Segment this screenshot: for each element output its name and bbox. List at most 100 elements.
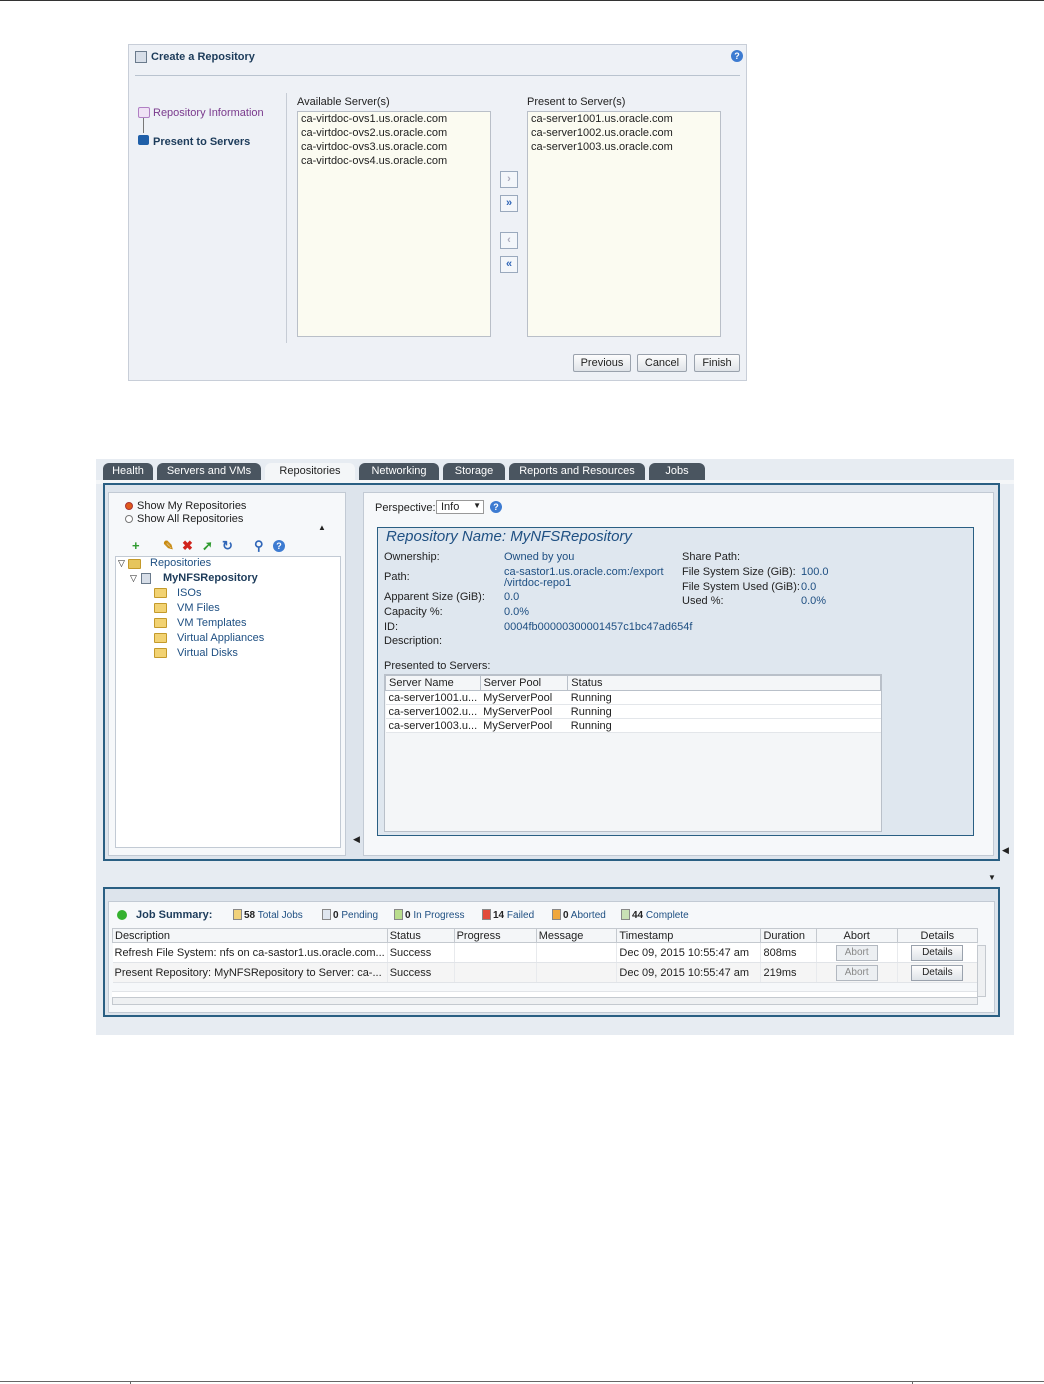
- tab-reports-and-resources[interactable]: Reports and Resources: [509, 463, 645, 480]
- table-row[interactable]: Present Repository: MyNFSRepository to S…: [112, 962, 979, 983]
- tab-servers-and-vms[interactable]: Servers and VMs: [157, 463, 261, 480]
- col-status[interactable]: Status: [386, 928, 455, 943]
- help-icon[interactable]: ?: [731, 50, 743, 62]
- tree-root-repositories[interactable]: Repositories: [150, 557, 211, 569]
- col-message[interactable]: Message: [535, 928, 618, 943]
- inprogress-jobs-link[interactable]: 0 In Progress: [394, 909, 464, 921]
- tree-repo-mynfsrepository[interactable]: MyNFSRepository: [163, 572, 258, 584]
- apparent-size-label: Apparent Size (GiB):: [384, 591, 485, 603]
- cell-server-name: ca-server1002.u...: [385, 704, 481, 719]
- cell-duration: 808ms: [760, 942, 817, 963]
- present-icon[interactable]: ➚: [202, 539, 213, 553]
- horizontal-scrollbar[interactable]: [112, 997, 978, 1005]
- tab-repositories[interactable]: Repositories: [265, 463, 355, 480]
- edit-icon[interactable]: ✎: [163, 539, 174, 553]
- remove-all-button[interactable]: «: [500, 256, 518, 273]
- list-item[interactable]: ca-virtdoc-ovs3.us.oracle.com: [298, 140, 490, 154]
- splitter-collapse-icon[interactable]: ◀: [353, 834, 360, 845]
- col-progress[interactable]: Progress: [453, 928, 537, 943]
- delete-icon[interactable]: ✖: [182, 539, 193, 553]
- folder-icon: [154, 633, 167, 643]
- cell-progress: [454, 962, 537, 983]
- list-item[interactable]: ca-virtdoc-ovs1.us.oracle.com: [298, 112, 490, 126]
- tab-jobs[interactable]: Jobs: [649, 463, 705, 480]
- pending-jobs-link[interactable]: 0 Pending: [322, 909, 378, 921]
- status-ok-icon: [117, 910, 127, 920]
- aborted-jobs-link[interactable]: 0 Aborted: [552, 909, 606, 921]
- move-selected-button[interactable]: ›: [500, 171, 518, 188]
- step-marker-current-icon: [138, 135, 149, 145]
- train-divider: [286, 93, 287, 343]
- fs-size-label: File System Size (GiB):: [682, 566, 796, 578]
- present-servers-list[interactable]: ca-server1001.us.oracle.com ca-server100…: [527, 111, 721, 337]
- tab-health[interactable]: Health: [103, 463, 153, 480]
- col-timestamp[interactable]: Timestamp: [616, 928, 762, 943]
- search-icon[interactable]: ⚲: [254, 539, 264, 553]
- presented-to-servers-label: Presented to Servers:: [384, 660, 491, 672]
- collapse-up-icon[interactable]: ▲: [318, 523, 326, 532]
- col-description[interactable]: Description: [112, 928, 388, 943]
- col-details[interactable]: Details: [896, 928, 979, 943]
- col-duration[interactable]: Duration: [760, 928, 817, 943]
- show-my-label: Show My Repositories: [137, 500, 247, 512]
- vertical-scrollbar[interactable]: [977, 945, 986, 997]
- finish-button[interactable]: Finish: [694, 354, 740, 372]
- abort-button[interactable]: Abort: [835, 964, 878, 981]
- dialog-title: Create a Repository: [151, 51, 255, 63]
- available-servers-label: Available Server(s): [297, 96, 390, 108]
- previous-button[interactable]: Previous: [573, 354, 631, 372]
- table-row[interactable]: ca-server1001.u... MyServerPool Running: [385, 690, 881, 705]
- help-icon[interactable]: ?: [273, 540, 285, 552]
- details-button[interactable]: Details: [911, 964, 964, 981]
- tab-networking[interactable]: Networking: [359, 463, 439, 480]
- show-my-radio[interactable]: [125, 502, 133, 510]
- folder-icon: [154, 648, 167, 658]
- col-abort[interactable]: Abort: [815, 928, 898, 943]
- fs-used-label: File System Used (GiB):: [682, 581, 800, 593]
- details-button[interactable]: Details: [911, 944, 964, 961]
- cancel-button[interactable]: Cancel: [637, 354, 687, 372]
- cell-abort: Abort: [816, 962, 898, 983]
- list-item[interactable]: ca-virtdoc-ovs4.us.oracle.com: [298, 154, 490, 168]
- help-icon[interactable]: ?: [490, 501, 502, 513]
- list-item[interactable]: ca-server1001.us.oracle.com: [528, 112, 720, 126]
- table-row[interactable]: Refresh File System: nfs on ca-sastor1.u…: [112, 942, 979, 963]
- warning-icon: [552, 909, 561, 920]
- create-icon[interactable]: +: [132, 539, 140, 553]
- failed-jobs-link[interactable]: 14 Failed: [482, 909, 534, 921]
- tree-folder-virtual-disks[interactable]: Virtual Disks: [177, 647, 238, 659]
- cell-status: Running: [567, 690, 881, 705]
- col-server-pool[interactable]: Server Pool: [479, 675, 569, 691]
- total-jobs-link[interactable]: 58 Total Jobs: [233, 909, 303, 921]
- table-row[interactable]: ca-server1003.u... MyServerPool Running: [385, 718, 881, 733]
- tree-folder-isos[interactable]: ISOs: [177, 587, 201, 599]
- repository-name-heading: Repository Name: MyNFSRepository: [386, 528, 632, 545]
- available-servers-list[interactable]: ca-virtdoc-ovs1.us.oracle.com ca-virtdoc…: [297, 111, 491, 337]
- table-row[interactable]: ca-server1002.u... MyServerPool Running: [385, 704, 881, 719]
- col-server-name[interactable]: Server Name: [385, 675, 481, 691]
- list-item[interactable]: ca-virtdoc-ovs2.us.oracle.com: [298, 126, 490, 140]
- tab-storage[interactable]: Storage: [443, 463, 505, 480]
- refresh-icon[interactable]: ↻: [222, 539, 233, 553]
- move-all-button[interactable]: »: [500, 195, 518, 212]
- collapse-down-icon[interactable]: ▼: [988, 873, 996, 882]
- expand-icon[interactable]: ▽: [118, 558, 125, 569]
- expand-icon[interactable]: ▽: [130, 573, 137, 584]
- col-status[interactable]: Status: [567, 675, 881, 691]
- tree-folder-vm-files[interactable]: VM Files: [177, 602, 220, 614]
- remove-selected-button[interactable]: ‹: [500, 232, 518, 249]
- cell-message: [536, 962, 618, 983]
- used-percent-value: 0.0%: [801, 595, 827, 607]
- complete-jobs-link[interactable]: 44 Complete: [621, 909, 689, 921]
- list-item[interactable]: ca-server1002.us.oracle.com: [528, 126, 720, 140]
- show-all-radio[interactable]: [125, 515, 133, 523]
- cell-abort: Abort: [816, 942, 898, 963]
- perspective-select[interactable]: Info ▼: [436, 500, 484, 514]
- splitter-collapse-icon[interactable]: ◀: [1002, 845, 1009, 856]
- tree-folder-vm-templates[interactable]: VM Templates: [177, 617, 247, 629]
- step-repository-information[interactable]: Repository Information: [153, 107, 264, 119]
- abort-button[interactable]: Abort: [835, 944, 878, 961]
- list-item[interactable]: ca-server1003.us.oracle.com: [528, 140, 720, 154]
- tree-folder-virtual-appliances[interactable]: Virtual Appliances: [177, 632, 264, 644]
- failed-count: 14: [493, 910, 505, 921]
